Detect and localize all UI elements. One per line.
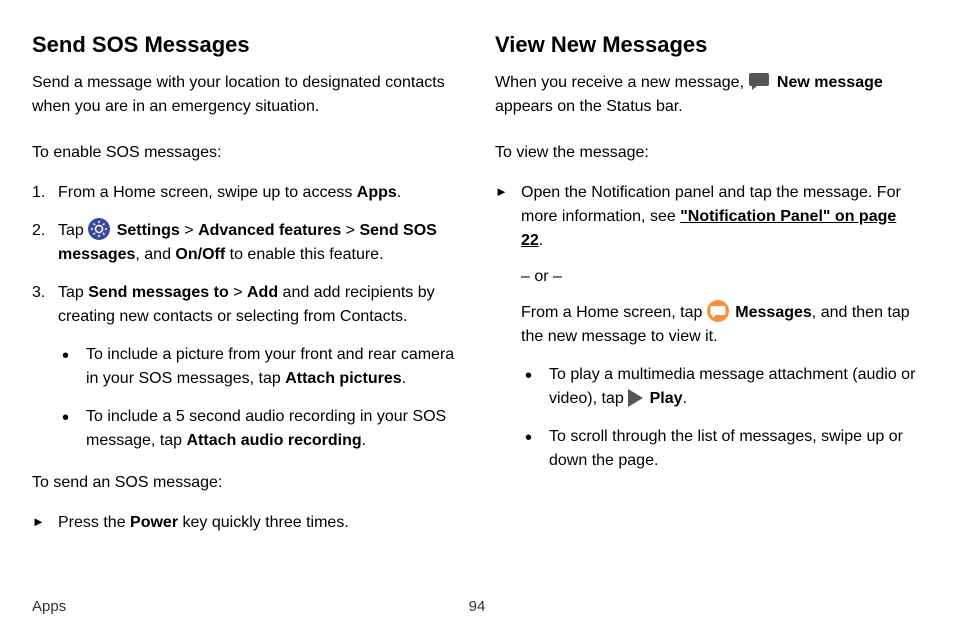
enable-lead: To enable SOS messages: (32, 141, 459, 165)
bullet-scroll: To scroll through the list of messages, … (521, 425, 922, 473)
play-icon (628, 389, 643, 407)
send-lead: To send an SOS message: (32, 471, 459, 495)
bullet-audio: To include a 5 second audio recording in… (58, 405, 459, 453)
send-steps: Press the Power key quickly three times. (32, 511, 459, 535)
footer-page-number: 94 (469, 596, 486, 619)
speech-bubble-icon (748, 71, 770, 91)
heading-view-messages: View New Messages (495, 28, 922, 61)
enable-steps: From a Home screen, swipe up to access A… (32, 181, 459, 453)
right-column: View New Messages When you receive a new… (495, 28, 922, 549)
view-steps: Open the Notification panel and tap the … (495, 181, 922, 473)
content-columns: Send SOS Messages Send a message with yo… (32, 28, 922, 549)
step-2: Tap Settings > Advanced features > Send … (32, 219, 459, 267)
or-separator: – or – (521, 265, 922, 289)
step-3-bullets: To include a picture from your front and… (58, 343, 459, 453)
bullet-play: To play a multimedia message attachment … (521, 363, 922, 411)
heading-send-sos: Send SOS Messages (32, 28, 459, 61)
send-step-1: Press the Power key quickly three times. (32, 511, 459, 535)
view-step-1b: From a Home screen, tap Messages, and th… (521, 301, 922, 349)
step-1: From a Home screen, swipe up to access A… (32, 181, 459, 205)
bullet-pictures: To include a picture from your front and… (58, 343, 459, 391)
view-step-1: Open the Notification panel and tap the … (495, 181, 922, 473)
settings-icon (88, 218, 110, 240)
view-lead: To view the message: (495, 141, 922, 165)
intro-view: When you receive a new message, New mess… (495, 71, 922, 119)
page-footer: Apps 94 (32, 596, 922, 619)
view-sub-bullets: To play a multimedia message attachment … (521, 363, 922, 473)
step-3: Tap Send messages to > Add and add recip… (32, 281, 459, 453)
intro-text: Send a message with your location to des… (32, 71, 459, 119)
left-column: Send SOS Messages Send a message with yo… (32, 28, 459, 549)
messages-icon (707, 300, 729, 322)
